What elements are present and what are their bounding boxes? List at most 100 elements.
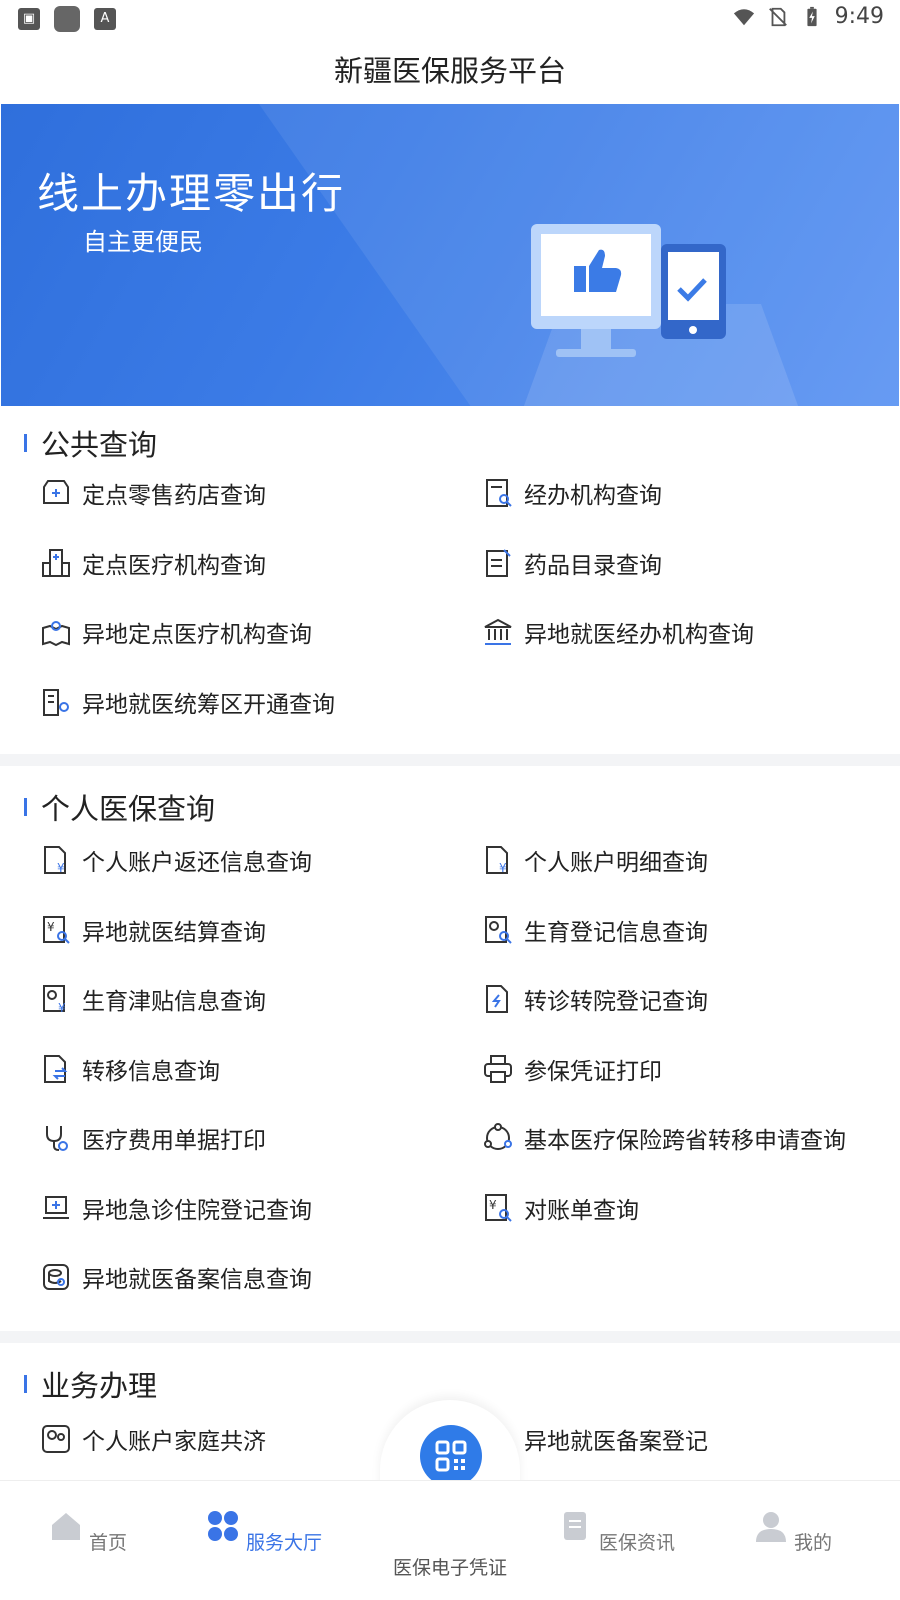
laptop-medical-icon — [43, 1196, 69, 1219]
banner-subtitle: 自主更便民 — [83, 228, 203, 256]
menu-item-label: 异地就医统筹区开通查询 — [82, 692, 335, 718]
database-search-icon — [43, 1264, 69, 1290]
app-notification-icon — [54, 6, 80, 32]
status-bar-notifications: ▣ A — [18, 6, 116, 32]
menu-item-label: 异地就医经办机构查询 — [524, 622, 754, 648]
nav-profile[interactable]: 我的 — [733, 1509, 853, 1555]
menu-item-medical-receipt-print[interactable]: 医疗费用单据打印 — [40, 1118, 266, 1158]
menu-item-remote-agency[interactable]: 异地就医经办机构查询 — [482, 612, 754, 652]
yuan-document-icon: ¥ — [486, 846, 508, 875]
menu-item-statement[interactable]: ¥ 对账单查询 — [482, 1188, 639, 1228]
yuan-search-icon: ¥ — [43, 916, 70, 944]
image-notification-icon: ▣ — [18, 8, 40, 30]
menu-item-drug-catalog[interactable]: 药品目录查询 — [482, 543, 662, 583]
status-bar-system: 9:49 — [733, 4, 884, 29]
menu-item-account-refund[interactable]: ¥ 个人账户返还信息查询 — [40, 840, 312, 880]
menu-item-account-detail[interactable]: ¥ 个人账户明细查询 — [482, 840, 708, 880]
section-title-text: 个人医保查询 — [41, 792, 216, 826]
menu-item-maternity-registration[interactable]: 生育登记信息查询 — [482, 910, 708, 950]
building-location-icon — [43, 689, 69, 716]
menu-item-label: 异地急诊住院登记查询 — [82, 1198, 312, 1224]
menu-item-referral[interactable]: 转诊转院登记查询 — [482, 979, 708, 1019]
pharmacy-store-icon — [43, 480, 69, 504]
section-title-text: 业务办理 — [41, 1369, 158, 1403]
maternity-search-icon — [485, 916, 512, 944]
menu-item-maternity-allowance[interactable]: ¥ 生育津贴信息查询 — [40, 979, 266, 1019]
page-title: 新疆医保服务平台 — [333, 54, 566, 88]
service-hall-icon — [207, 1511, 238, 1541]
qr-code-button[interactable] — [420, 1425, 482, 1487]
user-icon — [755, 1512, 786, 1542]
menu-item-label: 药品目录查询 — [524, 553, 662, 579]
nav-news[interactable]: 医保资讯 — [557, 1509, 677, 1555]
battery-icon — [807, 6, 817, 26]
menu-item-label: 个人账户明细查询 — [524, 850, 708, 876]
menu-item-label: 基本医疗保险跨省转移申请查询 — [524, 1128, 846, 1154]
menu-item-medical-institution[interactable]: 定点医疗机构查询 — [40, 543, 266, 583]
menu-item-agency[interactable]: 经办机构查询 — [482, 473, 662, 513]
no-sim-icon — [768, 7, 787, 26]
menu-item-label: 异地就医结算查询 — [82, 920, 266, 946]
nav-e-certificate[interactable]: 医保电子凭证 — [380, 1553, 520, 1580]
nav-label: 我的 — [794, 1532, 833, 1554]
yuan-search-icon: ¥ — [485, 1194, 512, 1222]
wifi-icon — [733, 8, 754, 25]
status-time: 9:49 — [834, 4, 884, 29]
svg-text:¥: ¥ — [499, 861, 507, 875]
menu-item-label: 定点零售药店查询 — [82, 483, 266, 509]
checklist-icon — [486, 549, 511, 577]
nav-home[interactable]: 首页 — [28, 1509, 148, 1555]
banner[interactable]: 线上办理零出行 自主更便民 — [1, 104, 899, 406]
menu-item-cross-province-transfer[interactable]: 基本医疗保险跨省转移申请查询 — [482, 1118, 846, 1158]
menu-item-transfer-info[interactable]: 转移信息查询 — [40, 1049, 220, 1089]
public-query-section: 公共查询 定点零售药店查询 经办机构查询 定点医疗机构查询 药品目录查询 异地定… — [0, 406, 900, 754]
menu-item-label: 生育登记信息查询 — [524, 920, 708, 946]
section-marker — [24, 1375, 27, 1393]
menu-item-remote-filing-info[interactable]: 异地就医备案信息查询 — [40, 1257, 312, 1297]
bottom-navigation: 首页 服务大厅 医保电子凭证 医保资讯 我的 — [0, 1480, 900, 1600]
section-title-text: 公共查询 — [41, 428, 158, 462]
menu-item-insurance-certificate-print[interactable]: 参保凭证打印 — [482, 1049, 662, 1089]
stethoscope-icon — [46, 1126, 68, 1151]
menu-item-label: 个人账户家庭共济 — [82, 1429, 266, 1455]
yuan-document-icon: ¥ — [44, 846, 66, 875]
section-marker — [24, 798, 27, 816]
nav-service-hall[interactable]: 服务大厅 — [204, 1509, 324, 1555]
transfer-arrows-icon — [44, 1055, 68, 1083]
nav-label: 医保资讯 — [599, 1532, 676, 1554]
menu-item-label: 定点医疗机构查询 — [82, 553, 266, 579]
document-search-icon — [486, 479, 512, 507]
section-title-business: 业务办理 — [24, 1363, 157, 1405]
svg-text:¥: ¥ — [58, 1001, 66, 1015]
section-title-public: 公共查询 — [24, 422, 157, 464]
menu-item-remote-medical-institution[interactable]: 异地定点医疗机构查询 — [40, 612, 312, 652]
nav-label: 服务大厅 — [246, 1532, 323, 1554]
menu-item-remote-pooling-area[interactable]: 异地就医统筹区开通查询 — [40, 682, 335, 722]
transfer-document-icon — [486, 985, 508, 1013]
section-divider — [0, 1331, 900, 1343]
svg-text:¥: ¥ — [47, 920, 55, 934]
menu-item-label: 医疗费用单据打印 — [82, 1128, 266, 1154]
menu-item-label: 异地就医备案登记 — [524, 1429, 708, 1455]
qr-code-icon — [435, 1440, 467, 1472]
menu-item-label: 异地就医备案信息查询 — [82, 1267, 312, 1293]
home-icon — [51, 1513, 80, 1540]
menu-item-label: 个人账户返还信息查询 — [82, 850, 312, 876]
menu-item-remote-filing-registration[interactable]: 异地就医备案登记 — [524, 1419, 708, 1459]
menu-item-family-mutual-aid[interactable]: 个人账户家庭共济 — [40, 1419, 266, 1459]
section-title-personal: 个人医保查询 — [24, 786, 215, 828]
menu-item-emergency-hospitalization[interactable]: 异地急诊住院登记查询 — [40, 1188, 312, 1228]
menu-item-remote-settlement[interactable]: ¥ 异地就医结算查询 — [40, 910, 266, 950]
section-divider — [0, 754, 900, 766]
menu-item-label: 参保凭证打印 — [524, 1059, 662, 1085]
status-bar: ▣ A 9:49 — [0, 0, 900, 38]
menu-item-label: 对账单查询 — [524, 1198, 639, 1224]
personal-query-section: 个人医保查询 ¥ 个人账户返还信息查询 ¥ 个人账户明细查询 ¥ 异地就医结算查… — [0, 766, 900, 1338]
menu-item-retail-pharmacy[interactable]: 定点零售药店查询 — [40, 473, 266, 513]
nav-label: 首页 — [89, 1532, 128, 1554]
printer-icon — [484, 1055, 512, 1083]
network-icon — [484, 1123, 512, 1150]
bank-building-icon — [484, 618, 512, 645]
maternity-yuan-icon: ¥ — [43, 985, 66, 1015]
banner-title: 线上办理零出行 — [37, 169, 346, 218]
